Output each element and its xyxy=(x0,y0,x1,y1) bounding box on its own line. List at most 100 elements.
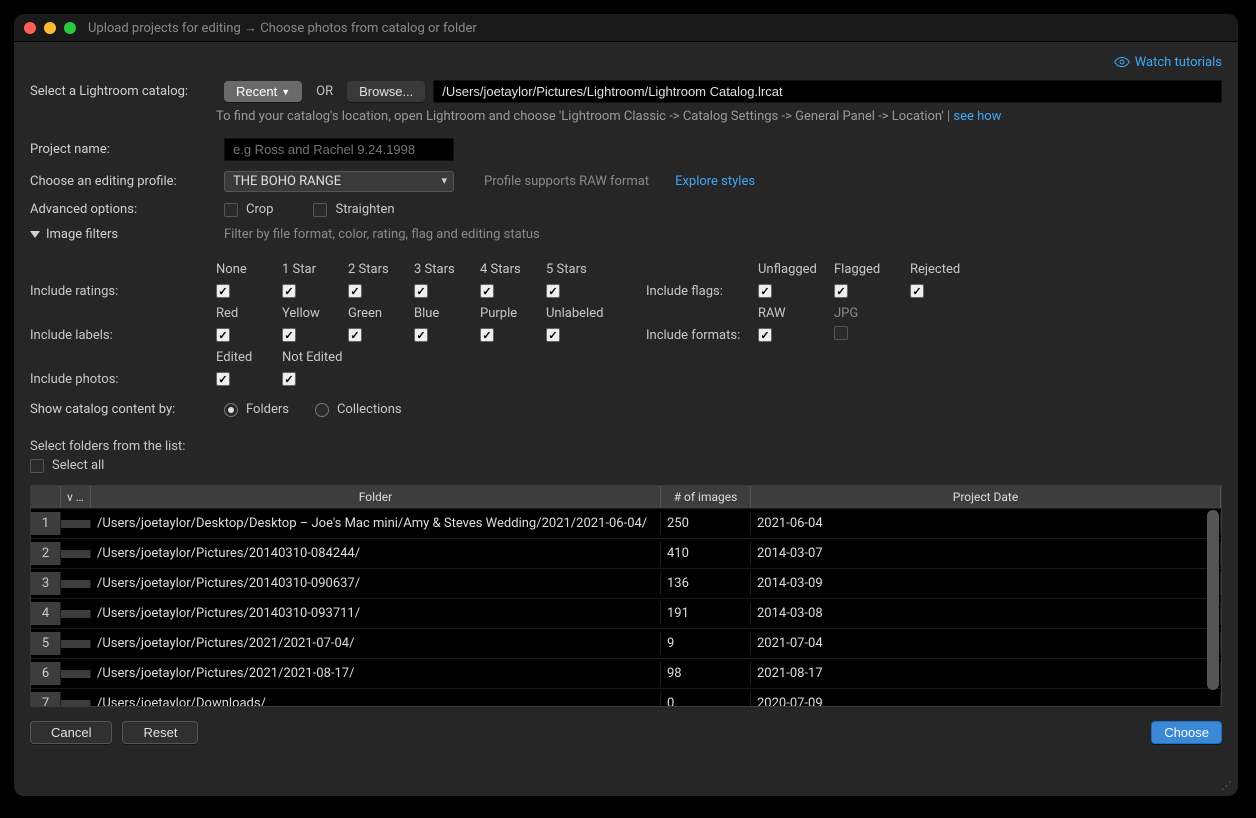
header-num-images[interactable]: # of images xyxy=(661,486,751,508)
include-flags-label: Include flags: xyxy=(646,284,758,299)
row-project-date: 2021-08-17 xyxy=(751,662,1221,685)
zoom-icon[interactable] xyxy=(64,22,76,34)
flag-flagged-label: Flagged xyxy=(834,262,910,277)
rating-1star-checkbox[interactable] xyxy=(282,284,296,298)
row-index: 5 xyxy=(31,632,61,655)
row-select-cell[interactable] xyxy=(61,610,91,618)
label-unlabeled-checkbox[interactable] xyxy=(546,328,560,342)
row-index: 6 xyxy=(31,662,61,685)
show-by-folders-radio[interactable] xyxy=(224,403,238,417)
row-num-images: 0 xyxy=(661,692,751,707)
rating-2stars-checkbox[interactable] xyxy=(348,284,362,298)
format-jpg-checkbox[interactable] xyxy=(834,326,848,340)
row-num-images: 136 xyxy=(661,572,751,595)
filters-hint: Filter by file format, color, rating, fl… xyxy=(224,227,540,242)
table-row[interactable]: 7/Users/joetaylor/Downloads/02020-07-09 xyxy=(31,689,1221,707)
folders-label: Folders xyxy=(246,402,289,417)
label-purple-checkbox[interactable] xyxy=(480,328,494,342)
resize-handle-icon[interactable]: ⋰ xyxy=(1221,779,1232,792)
photos-edited-checkbox[interactable] xyxy=(216,372,230,386)
profile-label: Choose an editing profile: xyxy=(30,174,216,189)
rating-none-checkbox[interactable] xyxy=(216,284,230,298)
table-row[interactable]: 5/Users/joetaylor/Pictures/2021/2021-07-… xyxy=(31,629,1221,659)
choose-button[interactable]: Choose xyxy=(1151,721,1222,744)
table-header: v ▼ Folder # of images Project Date xyxy=(31,486,1221,509)
table-scrollbar[interactable] xyxy=(1207,510,1219,690)
rating-2stars-label: 2 Stars xyxy=(348,262,414,277)
row-select-cell[interactable] xyxy=(61,580,91,588)
label-red-checkbox[interactable] xyxy=(216,328,230,342)
row-folder: /Users/joetaylor/Pictures/20140310-09371… xyxy=(91,602,661,625)
row-select-cell[interactable] xyxy=(61,670,91,678)
row-project-date: 2014-03-08 xyxy=(751,602,1221,625)
recent-button[interactable]: Recent▼ xyxy=(224,81,302,102)
window-controls xyxy=(24,22,76,34)
rating-4stars-label: 4 Stars xyxy=(480,262,546,277)
browse-button[interactable]: Browse... xyxy=(347,81,425,102)
label-green-checkbox[interactable] xyxy=(348,328,362,342)
cancel-button[interactable]: Cancel xyxy=(30,721,112,744)
rating-1star-label: 1 Star xyxy=(282,262,348,277)
row-select-cell[interactable] xyxy=(61,520,91,528)
rating-3stars-label: 3 Stars xyxy=(414,262,480,277)
photos-notedited-label: Not Edited xyxy=(282,350,372,365)
project-name-input[interactable] xyxy=(224,138,454,161)
row-select-cell[interactable] xyxy=(61,640,91,648)
reset-button[interactable]: Reset xyxy=(122,721,198,744)
row-select-cell[interactable] xyxy=(61,550,91,558)
label-yellow-label: Yellow xyxy=(282,306,348,321)
label-blue-checkbox[interactable] xyxy=(414,328,428,342)
rating-4stars-checkbox[interactable] xyxy=(480,284,494,298)
row-index: 3 xyxy=(31,572,61,595)
include-ratings-label: Include ratings: xyxy=(30,284,216,299)
straighten-checkbox[interactable] xyxy=(313,203,327,217)
advanced-label: Advanced options: xyxy=(30,202,216,217)
row-index: 7 xyxy=(31,692,61,707)
label-yellow-checkbox[interactable] xyxy=(282,328,296,342)
watch-tutorials-link[interactable]: Watch tutorials xyxy=(1114,54,1222,70)
row-select-cell[interactable] xyxy=(61,700,91,708)
header-folder[interactable]: Folder xyxy=(91,486,661,508)
header-project-date[interactable]: Project Date xyxy=(751,486,1221,508)
row-folder: /Users/joetaylor/Pictures/2021/2021-07-0… xyxy=(91,632,661,655)
show-by-collections-radio[interactable] xyxy=(315,403,329,417)
include-photos-label: Include photos: xyxy=(30,372,216,387)
table-row[interactable]: 1/Users/joetaylor/Desktop/Desktop – Joe'… xyxy=(31,509,1221,539)
photos-notedited-checkbox[interactable] xyxy=(282,372,296,386)
table-row[interactable]: 3/Users/joetaylor/Pictures/20140310-0906… xyxy=(31,569,1221,599)
select-all-checkbox[interactable] xyxy=(30,459,44,473)
straighten-label: Straighten xyxy=(335,202,394,217)
folder-table: v ▼ Folder # of images Project Date 1/Us… xyxy=(30,485,1222,707)
profile-select[interactable]: THE BOHO RANGE xyxy=(224,171,454,192)
triangle-down-icon xyxy=(30,231,40,238)
row-num-images: 410 xyxy=(661,542,751,565)
flag-unflagged-checkbox[interactable] xyxy=(758,284,772,298)
row-project-date: 2014-03-09 xyxy=(751,572,1221,595)
table-row[interactable]: 4/Users/joetaylor/Pictures/20140310-0937… xyxy=(31,599,1221,629)
rating-3stars-checkbox[interactable] xyxy=(414,284,428,298)
flag-rejected-label: Rejected xyxy=(910,262,986,277)
see-how-link[interactable]: see how xyxy=(953,109,1001,124)
flag-rejected-checkbox[interactable] xyxy=(910,284,924,298)
header-sort[interactable]: v ▼ xyxy=(61,486,91,508)
row-folder: /Users/joetaylor/Downloads/ xyxy=(91,692,661,707)
table-row[interactable]: 6/Users/joetaylor/Pictures/2021/2021-08-… xyxy=(31,659,1221,689)
flag-flagged-checkbox[interactable] xyxy=(834,284,848,298)
format-raw-checkbox[interactable] xyxy=(758,328,772,342)
eye-icon xyxy=(1114,54,1130,70)
format-jpg-label: JPG xyxy=(834,306,910,321)
image-filters-toggle[interactable]: Image filters xyxy=(30,227,216,242)
row-num-images: 191 xyxy=(661,602,751,625)
select-folders-label: Select folders from the list: xyxy=(30,439,1222,454)
close-icon[interactable] xyxy=(24,22,36,34)
row-index: 2 xyxy=(31,542,61,565)
row-folder: /Users/joetaylor/Pictures/2021/2021-08-1… xyxy=(91,662,661,685)
explore-styles-link[interactable]: Explore styles xyxy=(675,174,755,189)
crop-checkbox[interactable] xyxy=(224,203,238,217)
footer: Cancel Reset Choose xyxy=(30,721,1222,744)
collections-label: Collections xyxy=(337,402,402,417)
table-row[interactable]: 2/Users/joetaylor/Pictures/20140310-0842… xyxy=(31,539,1221,569)
rating-5stars-checkbox[interactable] xyxy=(546,284,560,298)
catalog-path-input[interactable] xyxy=(433,80,1222,103)
minimize-icon[interactable] xyxy=(44,22,56,34)
